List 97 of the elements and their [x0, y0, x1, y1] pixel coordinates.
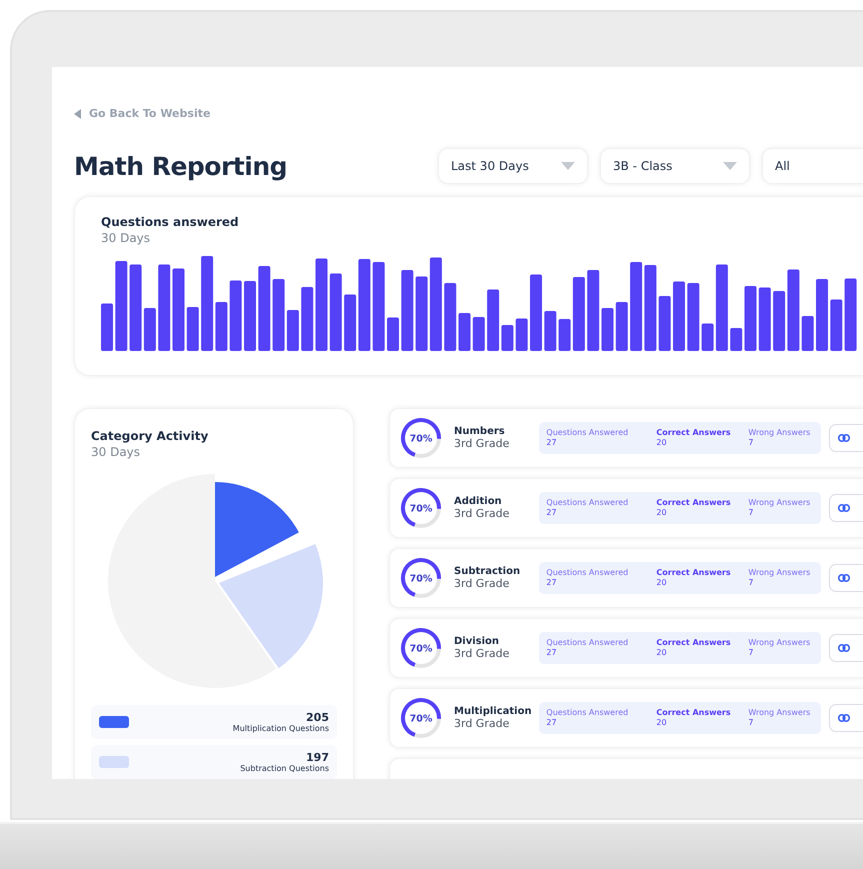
- stat-label: Questions Answered: [546, 568, 630, 578]
- chart-bar: [802, 316, 814, 351]
- stat-label: Correct Answers: [656, 428, 732, 438]
- grade-label: 3rd Grade: [454, 507, 510, 520]
- chart-bar: [144, 308, 156, 351]
- chart-bar: [501, 325, 514, 351]
- progress-ring: 70%: [400, 627, 442, 669]
- grade-label: 3rd Grade: [454, 647, 510, 660]
- caret-icon: [723, 162, 737, 170]
- chart-bar: [673, 282, 685, 351]
- stat-value: 27: [546, 508, 558, 518]
- chart-subtitle: 30 Days: [101, 231, 152, 245]
- stat-value: 20: [656, 718, 668, 728]
- chart-bar: [301, 287, 314, 351]
- chart-bar: [444, 283, 456, 351]
- stat-value: 27: [546, 578, 558, 588]
- stat-value: 20: [656, 508, 668, 518]
- stat-label: Correct Answers: [656, 568, 732, 578]
- stat-value: 20: [656, 578, 668, 588]
- stat-value: 7: [748, 438, 754, 448]
- category-name: Numbers: [454, 426, 506, 437]
- stat-label: Wrong Answers: [748, 638, 810, 648]
- stat-value: 20: [656, 648, 668, 658]
- category-name: Subtraction: [454, 566, 522, 577]
- link-icon: [838, 574, 850, 582]
- card-subtitle: 30 Days: [91, 445, 142, 459]
- stat-label: Questions Answered: [546, 498, 630, 508]
- chart-bar: [658, 296, 671, 351]
- stat-label: Questions Answered: [546, 708, 630, 718]
- stat-label: Correct Answers: [656, 708, 732, 718]
- stat-value: 7: [748, 718, 754, 728]
- legend-value: 197: [306, 751, 329, 764]
- chart-bar: [730, 328, 742, 351]
- progress-ring: 70%: [400, 557, 442, 599]
- filter-dropdown[interactable]: 3B - Class: [600, 148, 750, 184]
- filter-dropdown[interactable]: All: [762, 148, 863, 184]
- chart-bar: [472, 317, 485, 351]
- stat-value: 7: [748, 508, 754, 518]
- category-name: Division: [454, 636, 500, 647]
- chart-bar: [272, 279, 285, 351]
- chart-bar: [230, 280, 242, 351]
- card-title: Category Activity: [91, 429, 210, 443]
- caret-icon: [561, 162, 575, 170]
- progress-ring: 70%: [400, 417, 442, 459]
- link-icon: [838, 644, 850, 652]
- chart-bar: [558, 319, 571, 351]
- chart-bar: [344, 294, 356, 351]
- chart-bar: [101, 304, 113, 351]
- stat-value: 27: [546, 438, 558, 448]
- stat-value: 20: [656, 438, 668, 448]
- stat-label: Wrong Answers: [748, 708, 810, 718]
- chart-bar: [830, 300, 842, 351]
- chart-bar: [544, 311, 556, 351]
- grade-label: 3rd Grade: [454, 717, 510, 730]
- stat-value: 27: [546, 718, 558, 728]
- stat-label: Correct Answers: [656, 498, 732, 508]
- category-name: Multiplication: [454, 706, 533, 717]
- link-icon: [838, 714, 850, 722]
- category-name: Addition: [454, 496, 503, 507]
- chart-bar: [286, 310, 299, 351]
- stat-label: Correct Answers: [656, 638, 732, 648]
- chart-bar: [758, 288, 771, 351]
- chart-bar: [687, 283, 700, 351]
- stat-value: 27: [546, 648, 558, 658]
- progress-ring: 70%: [400, 487, 442, 529]
- legend-label: Subtraction Questions: [240, 764, 329, 773]
- stat-value: 7: [748, 578, 754, 588]
- chart-bar: [702, 324, 714, 351]
- chart-bar: [744, 286, 756, 351]
- chart-bar: [387, 318, 399, 351]
- chart-bar: [244, 281, 256, 351]
- legend-label: Multiplication Questions: [232, 724, 329, 733]
- grade-label: 3rd Grade: [454, 437, 510, 450]
- progress-ring: 70%: [400, 697, 442, 739]
- link-icon: [838, 434, 850, 442]
- stat-label: Questions Answered: [546, 428, 630, 438]
- grade-label: 3rd Grade: [454, 577, 510, 590]
- chart-bar: [487, 290, 500, 351]
- stat-label: Wrong Answers: [748, 428, 810, 438]
- link-icon: [838, 504, 850, 512]
- filter-dropdown[interactable]: Last 30 Days: [438, 148, 588, 184]
- chart-bar: [616, 302, 628, 351]
- chart-bar: [516, 318, 528, 351]
- chart-bar: [215, 302, 228, 351]
- stat-label: Wrong Answers: [748, 568, 810, 578]
- chart-bar: [186, 307, 199, 351]
- chart-bar: [602, 308, 614, 351]
- stat-label: Wrong Answers: [748, 498, 810, 508]
- chart-title: Questions answered: [101, 215, 240, 229]
- page-title: Math Reporting: [74, 152, 288, 180]
- stat-value: 7: [748, 648, 754, 658]
- chart-bar: [458, 313, 470, 351]
- chart-bar: [773, 291, 786, 351]
- caret-icon: [74, 108, 81, 118]
- stat-label: Questions Answered: [546, 638, 630, 648]
- chart-bar: [816, 279, 828, 351]
- legend-value: 205: [306, 711, 329, 724]
